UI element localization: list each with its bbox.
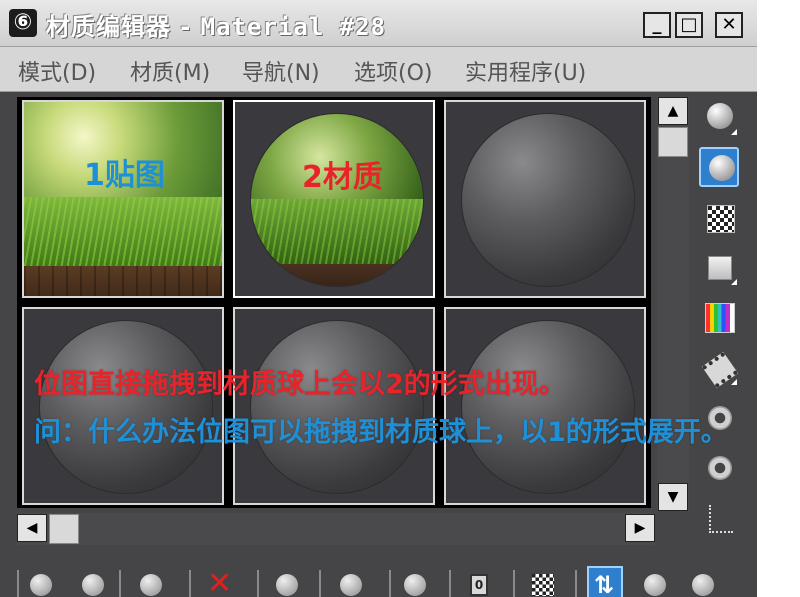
maximize-button[interactable]: □ (675, 12, 703, 38)
material-editor-window: ⑥ 材质编辑器 - Material #28 _ □ ✕ 模式(D) 材质(M)… (0, 0, 757, 597)
material-sphere (462, 114, 634, 286)
material-sphere (40, 321, 212, 493)
toolbar-separator (257, 570, 259, 597)
show-map-in-viewport-button[interactable] (525, 568, 561, 597)
get-material-button[interactable] (23, 568, 59, 597)
checker-map-icon (532, 574, 554, 596)
color-bars-icon (705, 303, 735, 333)
sample-uv-tiling-button[interactable] (699, 247, 739, 287)
horizontal-scroll-thumb[interactable] (49, 514, 79, 544)
sample-slot-2[interactable] (233, 100, 435, 298)
annotation-line-2: 问：什么办法位图可以拖拽到材质球上，以1的形式展开。 (34, 417, 728, 448)
copy-material-icon (276, 574, 298, 596)
flyout-indicator-icon (731, 379, 737, 385)
put-to-scene-icon (82, 574, 104, 596)
window-title: 材质编辑器 - Material #28 (46, 7, 386, 42)
scroll-left-button[interactable]: ◀ (17, 514, 47, 542)
get-material-icon (30, 574, 52, 596)
side-toolbar (695, 97, 745, 547)
select-material-icon (708, 456, 732, 480)
navigator-tree-icon (709, 505, 733, 533)
toolbar-separator (513, 570, 515, 597)
vertical-scroll-thumb[interactable] (658, 127, 688, 157)
sample-slot-4[interactable] (22, 307, 224, 505)
select-by-material-button[interactable] (699, 447, 739, 487)
menu-utilities[interactable]: 实用程序(U) (465, 55, 586, 87)
make-unique-icon (340, 574, 362, 596)
menu-options[interactable]: 选项(O) (354, 55, 432, 87)
menu-navigation[interactable]: 导航(N) (242, 55, 320, 87)
window-title-prefix: 材质编辑器 - (46, 13, 201, 41)
put-to-scene-button[interactable] (75, 568, 111, 597)
menu-bar: 模式(D) 材质(M) 导航(N) 选项(O) 实用程序(U) (0, 47, 757, 92)
go-to-parent-icon (644, 574, 666, 596)
toolbar-separator (449, 570, 451, 597)
annotation-line-1: 位图直接拖拽到材质球上会以2的形式出现。 (34, 369, 566, 400)
slot-2-label: 2材质 (302, 160, 383, 195)
make-preview-button[interactable] (699, 347, 739, 389)
checker-icon (707, 205, 735, 233)
toolbar-separator (319, 570, 321, 597)
close-button[interactable]: ✕ (715, 12, 743, 38)
flyout-indicator-icon (731, 279, 737, 285)
put-to-library-button[interactable] (397, 568, 433, 597)
toolbar-separator (189, 570, 191, 597)
make-copy-button[interactable] (269, 568, 305, 597)
square-icon (708, 256, 732, 280)
assign-to-selection-button[interactable] (133, 568, 169, 597)
assign-material-icon (140, 574, 162, 596)
window-title-material: Material #28 (200, 13, 387, 41)
make-unique-button[interactable] (333, 568, 369, 597)
reset-map-button[interactable]: ✕ (203, 568, 239, 597)
material-sphere (251, 321, 423, 493)
scroll-up-button[interactable]: ▲ (658, 97, 688, 125)
show-end-result-button[interactable]: ⇅ (587, 566, 623, 597)
backlight-button[interactable] (699, 147, 739, 187)
end-result-arrows-icon: ⇅ (594, 571, 615, 597)
delete-x-icon: ✕ (207, 566, 233, 597)
bottom-toolbar: ✕ 0 ⇅ (17, 560, 757, 597)
go-forward-to-sibling-button[interactable] (685, 568, 721, 597)
sample-slot-3[interactable] (444, 100, 646, 298)
app-logo-icon: ⑥ (9, 9, 37, 37)
scroll-down-button[interactable]: ▼ (658, 483, 688, 511)
menu-material[interactable]: 材质(M) (130, 55, 210, 87)
title-bar[interactable]: ⑥ 材质编辑器 - Material #28 _ □ ✕ (0, 0, 757, 47)
sphere-icon (707, 103, 733, 129)
sample-type-button[interactable] (699, 97, 739, 137)
toolbar-separator (575, 570, 577, 597)
material-sphere (462, 321, 634, 493)
sample-slot-5[interactable] (233, 307, 435, 505)
material-id-icon: 0 (470, 574, 488, 596)
material-id-channel-button[interactable]: 0 (461, 568, 497, 597)
background-button[interactable] (699, 197, 739, 237)
library-icon (404, 574, 426, 596)
slot-1-label: 1贴图 (84, 158, 165, 193)
bitmap-preview (24, 102, 222, 296)
sample-slot-1[interactable] (22, 100, 224, 298)
toolbar-separator (17, 570, 19, 597)
horizontal-scrollbar[interactable]: ◀ ▶ (17, 513, 655, 545)
minimize-button[interactable]: _ (643, 12, 671, 38)
video-color-check-button[interactable] (699, 297, 739, 337)
material-sphere (251, 114, 423, 286)
toolbar-separator (389, 570, 391, 597)
sample-slot-6[interactable] (444, 307, 646, 505)
toolbar-separator (119, 570, 121, 597)
go-to-sibling-icon (692, 574, 714, 596)
go-to-parent-button[interactable] (637, 568, 673, 597)
menu-mode[interactable]: 模式(D) (18, 55, 96, 87)
flyout-indicator-icon (731, 129, 737, 135)
material-map-navigator-button[interactable] (699, 497, 739, 537)
backlight-sphere-icon (709, 155, 735, 181)
scroll-right-button[interactable]: ▶ (625, 514, 655, 542)
